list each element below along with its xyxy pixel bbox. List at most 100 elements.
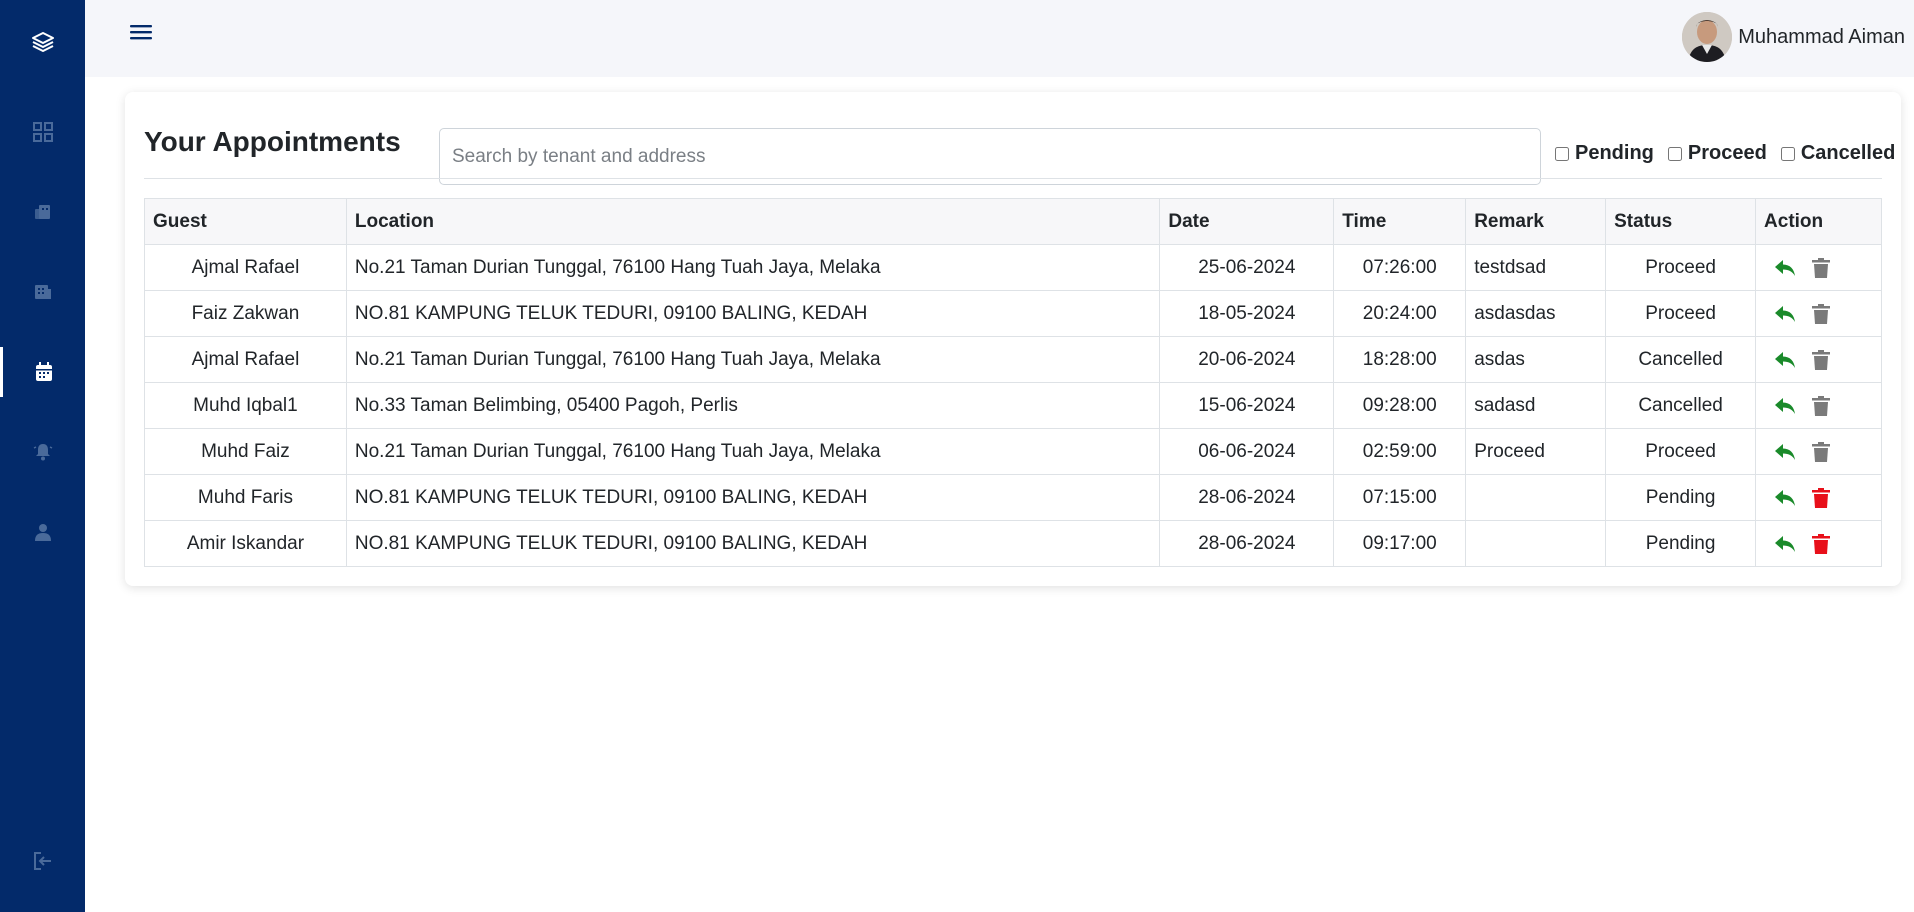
hamburger-icon — [130, 23, 152, 46]
filter-proceed-label: Proceed — [1687, 142, 1767, 164]
remark-cell: Proceed — [1465, 428, 1607, 475]
appointments-table: Guest Location Date Time Remark Status A… — [144, 198, 1882, 567]
trash-icon[interactable] — [1812, 257, 1831, 278]
remark-cell: asdas — [1465, 336, 1607, 383]
reply-icon[interactable] — [1774, 535, 1796, 553]
status-cell: Proceed — [1605, 428, 1757, 475]
menu-toggle-button[interactable] — [127, 20, 155, 48]
action-cell — [1755, 336, 1882, 383]
table-row: Muhd Faiz No.21 Taman Durian Tunggal, 76… — [144, 428, 1882, 475]
location-cell: NO.81 KAMPUNG TELUK TEDURI, 09100 BALING… — [345, 520, 1161, 567]
trash-icon[interactable] — [1812, 487, 1831, 508]
guest-cell: Ajmal Rafael — [144, 336, 347, 383]
action-cell — [1755, 290, 1882, 337]
location-cell: No.33 Taman Belimbing, 05400 Pagoh, Perl… — [345, 382, 1161, 429]
dashboard-grid-icon — [32, 122, 53, 142]
table-row: Ajmal Rafael No.21 Taman Durian Tunggal,… — [144, 244, 1882, 291]
status-cell: Proceed — [1605, 244, 1757, 291]
sidebar-item-dashboard[interactable] — [0, 107, 85, 157]
time-cell: 09:28:00 — [1333, 382, 1467, 429]
action-cell — [1755, 428, 1882, 475]
guest-cell: Faiz Zakwan — [144, 290, 347, 337]
date-cell: 25-06-2024 — [1159, 244, 1335, 291]
trash-icon[interactable] — [1812, 395, 1831, 416]
time-cell: 18:28:00 — [1333, 336, 1467, 383]
trash-icon[interactable] — [1812, 533, 1831, 554]
time-cell: 20:24:00 — [1333, 290, 1467, 337]
search-input[interactable] — [439, 128, 1541, 185]
status-cell: Proceed — [1605, 290, 1757, 337]
logout-icon — [33, 851, 53, 871]
remark-cell — [1465, 520, 1607, 567]
time-cell: 07:26:00 — [1333, 244, 1467, 291]
user-menu[interactable]: Muhammad Aiman — [1682, 12, 1905, 62]
guest-cell: Muhd Iqbal1 — [144, 382, 347, 429]
filter-proceed-checkbox[interactable] — [1667, 146, 1682, 161]
column-header-location: Location — [345, 198, 1161, 245]
user-icon — [34, 523, 51, 541]
remark-cell: testdsad — [1465, 244, 1607, 291]
divider — [144, 178, 1882, 179]
table-row: Ajmal Rafael No.21 Taman Durian Tunggal,… — [144, 336, 1882, 383]
location-cell: No.21 Taman Durian Tunggal, 76100 Hang T… — [345, 336, 1161, 383]
guest-cell: Amir Iskandar — [144, 520, 347, 567]
sidebar-item-profile[interactable] — [0, 507, 85, 557]
guest-cell: Muhd Faiz — [144, 428, 347, 475]
status-cell: Pending — [1605, 520, 1757, 567]
remark-cell: sadasd — [1465, 382, 1607, 429]
date-cell: 18-05-2024 — [1159, 290, 1335, 337]
time-cell: 07:15:00 — [1333, 474, 1467, 521]
column-header-guest: Guest — [144, 198, 347, 245]
action-cell — [1755, 474, 1882, 521]
status-cell: Pending — [1605, 474, 1757, 521]
reply-icon[interactable] — [1774, 259, 1796, 277]
sidebar-item-logout[interactable] — [0, 836, 85, 886]
reply-icon[interactable] — [1774, 351, 1796, 369]
table-row: Muhd Faris NO.81 KAMPUNG TELUK TEDURI, 0… — [144, 474, 1882, 521]
location-cell: NO.81 KAMPUNG TELUK TEDURI, 09100 BALING… — [345, 474, 1161, 521]
topbar: Muhammad Aiman — [85, 0, 1914, 77]
bell-icon — [33, 443, 53, 461]
time-cell: 09:17:00 — [1333, 520, 1467, 567]
action-cell — [1755, 382, 1882, 429]
trash-icon[interactable] — [1812, 303, 1831, 324]
column-header-action: Action — [1755, 198, 1882, 245]
date-cell: 28-06-2024 — [1159, 520, 1335, 567]
filter-pending-label: Pending — [1575, 142, 1654, 164]
layers-icon[interactable] — [0, 22, 85, 62]
guest-cell: Muhd Faris — [144, 474, 347, 521]
status-cell: Cancelled — [1605, 382, 1757, 429]
location-cell: NO.81 KAMPUNG TELUK TEDURI, 09100 BALING… — [345, 290, 1161, 337]
reply-icon[interactable] — [1774, 397, 1796, 415]
filter-cancelled-label: Cancelled — [1800, 142, 1896, 164]
remark-cell — [1465, 474, 1607, 521]
trash-icon[interactable] — [1812, 441, 1831, 462]
filter-proceed[interactable]: Proceed — [1667, 142, 1767, 165]
sidebar-item-buildings[interactable] — [0, 267, 85, 317]
filter-cancelled-checkbox[interactable] — [1780, 146, 1795, 161]
column-header-status: Status — [1605, 198, 1757, 245]
status-filters: Pending Proceed Cancelled — [1555, 142, 1895, 165]
filter-cancelled[interactable]: Cancelled — [1780, 142, 1896, 165]
sidebar — [0, 0, 85, 912]
column-header-time: Time — [1333, 198, 1467, 245]
time-cell: 02:59:00 — [1333, 428, 1467, 475]
filter-pending-checkbox[interactable] — [1555, 146, 1569, 161]
reply-icon[interactable] — [1774, 305, 1796, 323]
sidebar-item-appointments[interactable] — [0, 347, 85, 397]
location-cell: No.21 Taman Durian Tunggal, 76100 Hang T… — [345, 244, 1161, 291]
card-header: Your Appointments Pending Proceed Cancel… — [144, 110, 1895, 185]
table-row: Amir Iskandar NO.81 KAMPUNG TELUK TEDURI… — [144, 520, 1882, 567]
sidebar-item-property[interactable] — [0, 187, 85, 237]
avatar — [1682, 12, 1733, 62]
date-cell: 06-06-2024 — [1159, 428, 1335, 475]
sidebar-item-notifications[interactable] — [0, 427, 85, 477]
trash-icon[interactable] — [1812, 349, 1831, 370]
reply-icon[interactable] — [1774, 443, 1796, 461]
action-cell — [1755, 244, 1882, 291]
reply-icon[interactable] — [1774, 489, 1796, 507]
filter-pending[interactable]: Pending — [1555, 142, 1654, 165]
table-row: Muhd Iqbal1 No.33 Taman Belimbing, 05400… — [144, 382, 1882, 429]
column-header-date: Date — [1159, 198, 1335, 245]
appointments-card: Your Appointments Pending Proceed Cancel… — [125, 92, 1901, 586]
